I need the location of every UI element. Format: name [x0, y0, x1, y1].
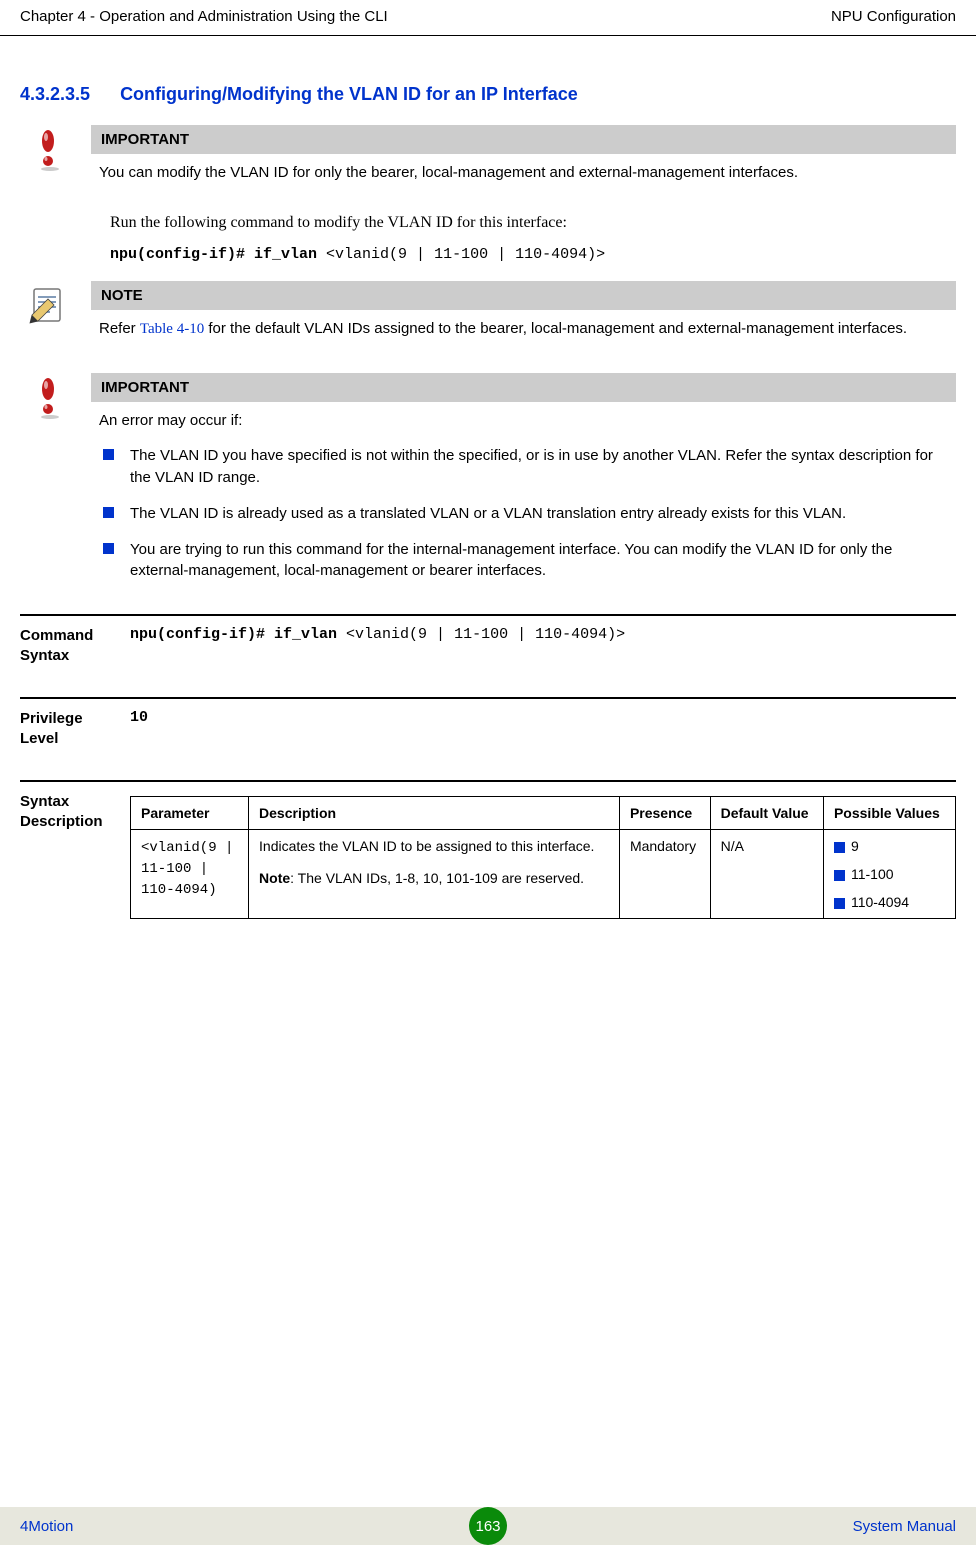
callout-title: IMPORTANT — [91, 125, 956, 154]
def-content: 10 — [130, 709, 956, 748]
table-header-row: Parameter Description Presence Default V… — [131, 797, 956, 830]
command-line: npu(config-if)# if_vlan <vlanid(9 | 11-1… — [110, 246, 956, 263]
callout-title: IMPORTANT — [91, 373, 956, 402]
def-content: npu(config-if)# if_vlan <vlanid(9 | 11-1… — [130, 626, 956, 665]
bullet-square-icon — [834, 898, 845, 909]
header-right: NPU Configuration — [831, 8, 956, 25]
th-default: Default Value — [710, 797, 823, 830]
section-number: 4.3.2.3.5 — [20, 84, 90, 105]
footer-left: 4Motion — [20, 1518, 73, 1535]
page-footer: 4Motion 163 System Manual — [0, 1507, 976, 1545]
header-left: Chapter 4 - Operation and Administration… — [20, 8, 388, 25]
command-syntax-block: Command Syntax npu(config-if)# if_vlan <… — [20, 614, 956, 679]
callout-text: Refer Table 4-10 for the default VLAN ID… — [91, 318, 956, 341]
privilege-level-block: Privilege Level 10 — [20, 697, 956, 762]
callout-text: You can modify the VLAN ID for only the … — [91, 162, 956, 184]
bullet-item: You are trying to run this command for t… — [99, 539, 948, 583]
important-icon — [20, 373, 75, 421]
bullet-square-icon — [103, 543, 114, 554]
important-callout: IMPORTANT An error may occur if: The VLA… — [20, 373, 956, 597]
def-label: Syntax Description — [20, 792, 118, 919]
table-row: <vlanid(9 | 11-100 | 110-4094) Indicates… — [131, 830, 956, 919]
important-icon — [20, 125, 75, 173]
bullet-item: The VLAN ID is already used as a transla… — [99, 503, 948, 525]
cell-presence: Mandatory — [619, 830, 710, 919]
def-content: Parameter Description Presence Default V… — [130, 792, 956, 919]
bullet-square-icon — [103, 449, 114, 460]
cell-description: Indicates the VLAN ID to be assigned to … — [249, 830, 620, 919]
note-icon — [20, 281, 75, 325]
def-label: Privilege Level — [20, 709, 118, 748]
important-callout: IMPORTANT You can modify the VLAN ID for… — [20, 125, 956, 198]
callout-text: An error may occur if: The VLAN ID you h… — [91, 410, 956, 583]
cell-parameter: <vlanid(9 | 11-100 | 110-4094) — [131, 830, 249, 919]
cell-possible-values: 9 11-100 110-4094 — [823, 830, 955, 919]
cell-default: N/A — [710, 830, 823, 919]
bullet-square-icon — [103, 507, 114, 518]
th-description: Description — [249, 797, 620, 830]
footer-right: System Manual — [853, 1518, 956, 1535]
page-header: Chapter 4 - Operation and Administration… — [0, 0, 976, 36]
syntax-description-block: Syntax Description Parameter Description… — [20, 780, 956, 933]
bullet-item: The VLAN ID you have specified is not wi… — [99, 445, 948, 489]
page-number: 163 — [469, 1507, 507, 1545]
def-label: Command Syntax — [20, 626, 118, 665]
syntax-table: Parameter Description Presence Default V… — [130, 796, 956, 919]
bullet-square-icon — [834, 842, 845, 853]
table-reference-link[interactable]: Table 4-10 — [140, 321, 204, 337]
note-callout: NOTE Refer Table 4-10 for the default VL… — [20, 281, 956, 355]
th-possible: Possible Values — [823, 797, 955, 830]
th-parameter: Parameter — [131, 797, 249, 830]
callout-title: NOTE — [91, 281, 956, 310]
page-content: 4.3.2.3.5 Configuring/Modifying the VLAN… — [0, 36, 976, 933]
section-heading: 4.3.2.3.5 Configuring/Modifying the VLAN… — [20, 84, 956, 105]
section-title: Configuring/Modifying the VLAN ID for an… — [120, 84, 578, 105]
bullet-square-icon — [834, 870, 845, 881]
body-paragraph: Run the following command to modify the … — [110, 214, 956, 232]
th-presence: Presence — [619, 797, 710, 830]
